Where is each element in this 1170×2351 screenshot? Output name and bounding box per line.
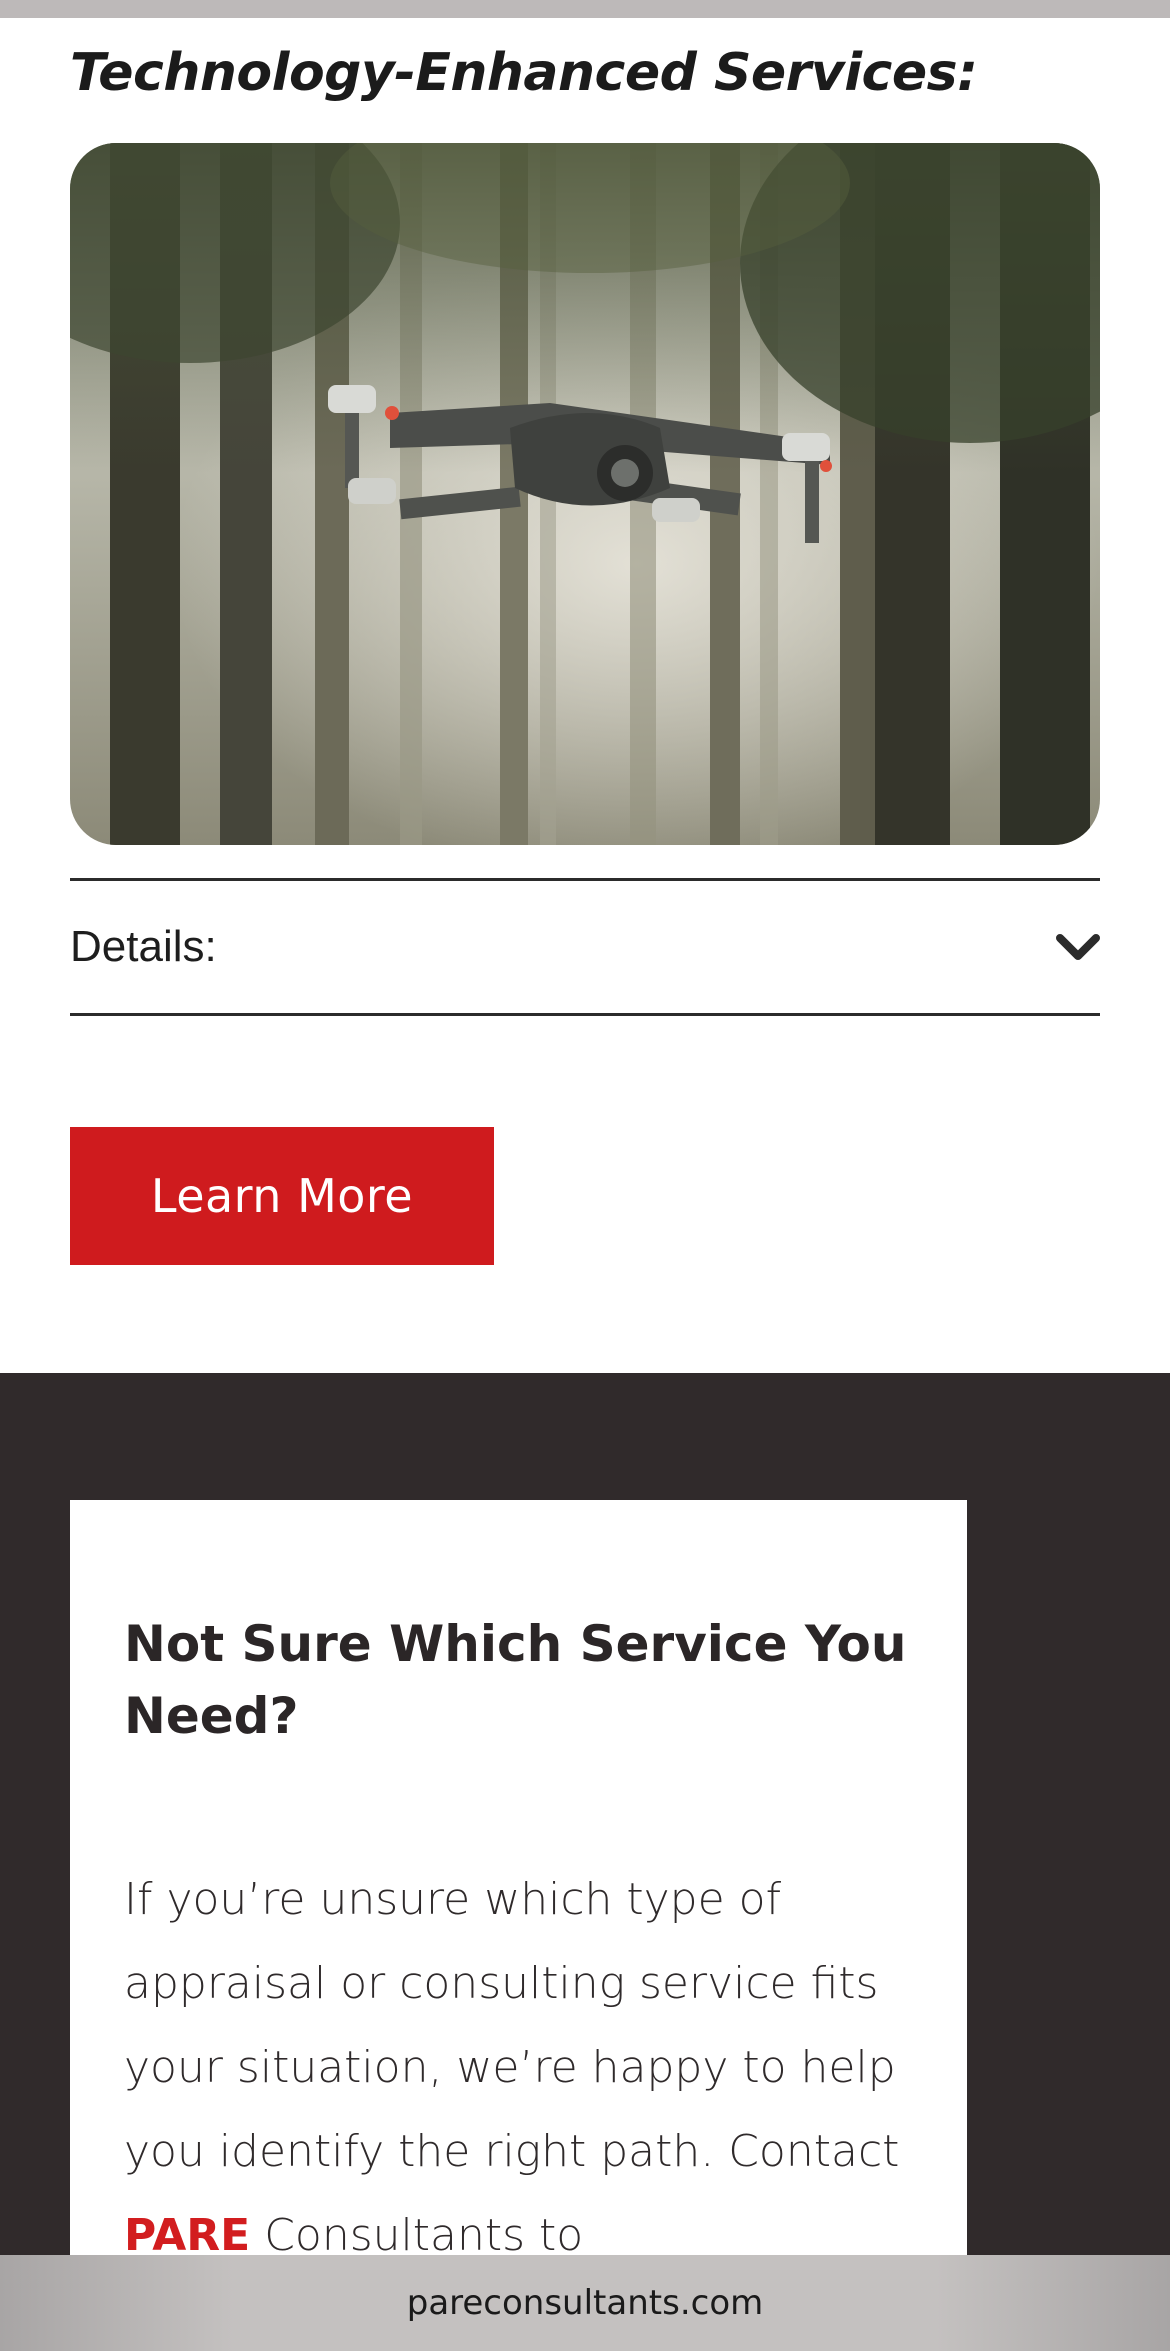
hero-drone-image	[70, 143, 1100, 845]
drone-photo-illustration	[70, 143, 1100, 845]
brand-name: PARE	[124, 2210, 251, 2260]
top-strip	[0, 0, 1170, 18]
learn-more-button[interactable]: Learn More	[70, 1127, 494, 1265]
browser-url-bar[interactable]: pareconsultants.com	[0, 2255, 1170, 2351]
url-text: pareconsultants.com	[406, 2283, 764, 2323]
help-card-title: Not Sure Which Service You Need?	[124, 1615, 907, 1745]
chevron-down-icon[interactable]	[1056, 932, 1100, 962]
page: Technology-Enhanced Services: Details: L…	[0, 0, 1170, 2351]
details-label: Details:	[70, 922, 217, 971]
section-title: Technology-Enhanced Services:	[70, 43, 978, 103]
help-card-body: If you’re unsure which type of appraisal…	[124, 1858, 913, 2260]
help-card: Not Sure Which Service You Need? If you’…	[70, 1500, 967, 2260]
help-card-body-text: If you’re unsure which type of appraisal…	[124, 1874, 900, 2177]
help-card-body-text-end: Consultants to	[250, 2210, 584, 2260]
details-accordion[interactable]: Details:	[70, 878, 1100, 1016]
